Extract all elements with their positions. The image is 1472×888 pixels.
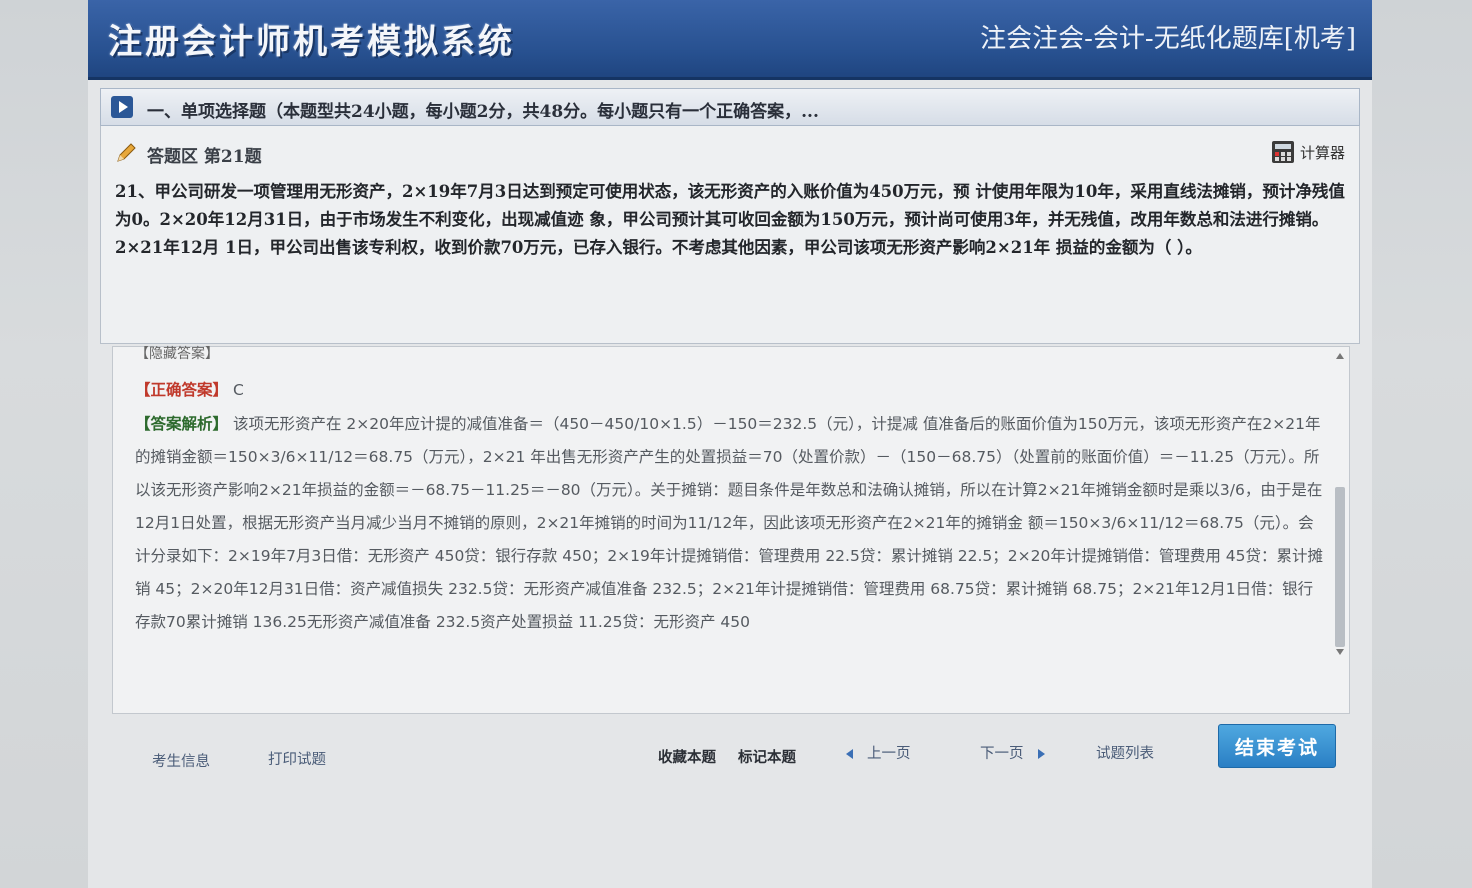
answer-content: 【正确答案】 C 【答案解析】 该项无形资产在 2×20年应计提的减值准备＝（4… [135, 373, 1323, 639]
analysis-row: 【答案解析】 该项无形资产在 2×20年应计提的减值准备＝（450－450/10… [135, 407, 1323, 639]
scroll-down-icon[interactable] [1336, 649, 1344, 655]
hide-answer-link[interactable]: 【隐藏答案】 [135, 343, 219, 363]
question-area: 答题区 第21题 计算器 21、甲公司研发一项管理用无形资产，2×19年7月3日… [100, 126, 1360, 344]
prev-page-button[interactable]: 上一页 [846, 742, 911, 763]
exam-subtitle: 注会注会-会计-无纸化题库[机考] [980, 24, 1356, 54]
play-icon[interactable] [111, 96, 133, 118]
app-header: 注册会计师机考模拟系统 注会注会-会计-无纸化题库[机考] [88, 0, 1372, 80]
answer-area-title: 答题区 第21题 [147, 147, 262, 167]
calculator-label: 计算器 [1299, 143, 1345, 162]
answer-scrollbar[interactable] [1333, 349, 1347, 659]
analysis-label: 【答案解析】 [135, 414, 229, 433]
analysis-text: 该项无形资产在 2×20年应计提的减值准备＝（450－450/10×1.5）－1… [135, 415, 1323, 631]
exam-window: 注册会计师机考模拟系统 注会注会-会计-无纸化题库[机考] 一、单项选择题（本题… [88, 0, 1372, 888]
question-list-button[interactable]: 试题列表 [1096, 742, 1154, 763]
scroll-thumb[interactable] [1335, 487, 1345, 647]
correct-answer-value: C [232, 381, 244, 399]
next-page-button[interactable]: 下一页 [980, 742, 1045, 763]
favorite-button[interactable]: 收藏本题 [658, 746, 716, 767]
calculator-button[interactable]: 计算器 [1271, 140, 1345, 164]
mark-button[interactable]: 标记本题 [738, 746, 796, 767]
print-button[interactable]: 打印试题 [268, 748, 326, 769]
section-banner: 一、单项选择题（本题型共24小题，每小题2分，共48分。每小题只有一个正确答案，… [100, 88, 1360, 126]
arrow-left-icon [846, 749, 853, 759]
next-page-label: 下一页 [980, 746, 1024, 762]
end-exam-button[interactable]: 结束考试 [1218, 724, 1336, 768]
correct-answer-label: 【正确答案】 [135, 380, 229, 399]
prev-page-label: 上一页 [867, 746, 911, 762]
section-description: 一、单项选择题（本题型共24小题，每小题2分，共48分。每小题只有一个正确答案，… [147, 102, 819, 122]
question-text: 21、甲公司研发一项管理用无形资产，2×19年7月3日达到预定可使用状态，该无形… [115, 182, 1345, 257]
answer-panel: 【隐藏答案】 【正确答案】 C 【答案解析】 该项无形资产在 2×20年应计提的… [112, 346, 1350, 714]
correct-answer-row: 【正确答案】 C [135, 373, 1323, 407]
scroll-up-icon[interactable] [1336, 353, 1344, 359]
pencil-icon [117, 143, 136, 162]
app-brand-title: 注册会计师机考模拟系统 [108, 22, 515, 62]
arrow-right-icon [1037, 749, 1045, 759]
candidate-info-button[interactable]: 考生信息 [152, 750, 210, 771]
calculator-icon [1271, 141, 1294, 163]
